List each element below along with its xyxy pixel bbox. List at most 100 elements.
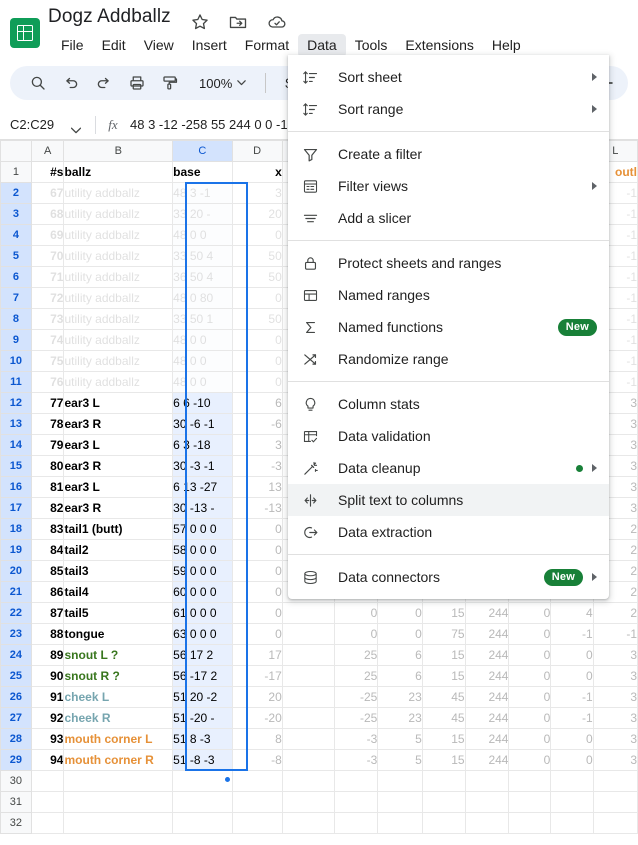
row-header-15[interactable]: 15	[0, 455, 32, 477]
cell-K23[interactable]: -1	[550, 623, 594, 645]
cell-L28[interactable]: 3	[592, 728, 638, 750]
cell-A28[interactable]: 93	[30, 728, 65, 750]
paint-format-icon[interactable]	[156, 69, 184, 97]
cell-F25[interactable]: 25	[333, 665, 379, 687]
cell-J26[interactable]: 0	[508, 686, 552, 708]
cell-C27[interactable]: 51 -20 -	[172, 707, 233, 729]
cell-H25[interactable]: 15	[421, 665, 466, 687]
cell-C14[interactable]: 6 3 -18	[172, 434, 233, 456]
cell-G30[interactable]	[377, 770, 423, 792]
cell-G23[interactable]: 0	[377, 623, 423, 645]
cell-I32[interactable]	[464, 812, 510, 834]
cell-B29[interactable]: mouth corner R	[63, 749, 174, 771]
cell-H29[interactable]: 15	[421, 749, 466, 771]
row-header-24[interactable]: 24	[0, 644, 32, 666]
cell-K30[interactable]	[550, 770, 594, 792]
menu-item-named-ranges[interactable]: Named ranges	[288, 279, 609, 311]
row-header-17[interactable]: 17	[0, 497, 32, 519]
row-header-23[interactable]: 23	[0, 623, 32, 645]
move-to-folder-icon[interactable]	[228, 12, 248, 32]
cell-B8[interactable]: utility addballz	[63, 308, 174, 330]
cell-K22[interactable]: 4	[550, 602, 594, 624]
cell-C26[interactable]: 51 20 -2	[172, 686, 233, 708]
cell-C4[interactable]: 48 0 0	[172, 224, 233, 246]
cell-C7[interactable]: 48 0 80	[172, 287, 233, 309]
menu-format[interactable]: Format	[236, 34, 298, 57]
cell-C28[interactable]: 51 8 -3	[172, 728, 233, 750]
cell-A22[interactable]: 87	[30, 602, 65, 624]
cell-B2[interactable]: utility addballz	[63, 182, 174, 204]
cell-L27[interactable]: 3	[592, 707, 638, 729]
cell-E24[interactable]	[281, 644, 335, 666]
cell-D19[interactable]: 0	[231, 539, 283, 561]
cell-E30[interactable]	[281, 770, 335, 792]
cell-D10[interactable]: 0	[231, 350, 283, 372]
cell-F32[interactable]	[333, 812, 379, 834]
cell-D4[interactable]: 0	[231, 224, 283, 246]
cell-K24[interactable]: 0	[550, 644, 594, 666]
cell-A18[interactable]: 83	[30, 518, 65, 540]
cell-H26[interactable]: 45	[421, 686, 466, 708]
menu-data[interactable]: Data	[298, 34, 346, 57]
column-header-C[interactable]: C	[172, 140, 233, 162]
menu-item-column-stats[interactable]: Column stats	[288, 388, 609, 420]
cell-B26[interactable]: cheek L	[63, 686, 174, 708]
cell-D3[interactable]: 20	[231, 203, 283, 225]
row-header-27[interactable]: 27	[0, 707, 32, 729]
cell-B5[interactable]: utility addballz	[63, 245, 174, 267]
cell-L29[interactable]: 3	[592, 749, 638, 771]
menu-file[interactable]: File	[52, 34, 93, 57]
cell-G24[interactable]: 6	[377, 644, 423, 666]
cell-G31[interactable]	[377, 791, 423, 813]
cell-D1[interactable]: x	[231, 161, 283, 183]
cell-G27[interactable]: 23	[377, 707, 423, 729]
cell-F27[interactable]: -25	[333, 707, 379, 729]
cell-H22[interactable]: 15	[421, 602, 466, 624]
cell-D27[interactable]: -20	[231, 707, 283, 729]
cell-A4[interactable]: 69	[30, 224, 65, 246]
menu-edit[interactable]: Edit	[93, 34, 135, 57]
caret-down-icon[interactable]	[70, 122, 82, 137]
column-header-A[interactable]: A	[30, 140, 65, 162]
cell-K25[interactable]: 0	[550, 665, 594, 687]
cell-F26[interactable]: -25	[333, 686, 379, 708]
cell-D9[interactable]: 0	[231, 329, 283, 351]
cell-G29[interactable]: 5	[377, 749, 423, 771]
cell-A23[interactable]: 88	[30, 623, 65, 645]
cell-B28[interactable]: mouth corner L	[63, 728, 174, 750]
cell-B11[interactable]: utility addballz	[63, 371, 174, 393]
row-header-8[interactable]: 8	[0, 308, 32, 330]
print-icon[interactable]	[123, 69, 151, 97]
cell-A16[interactable]: 81	[30, 476, 65, 498]
cell-K27[interactable]: -1	[550, 707, 594, 729]
cell-A7[interactable]: 72	[30, 287, 65, 309]
star-icon[interactable]	[190, 12, 210, 32]
cell-D30[interactable]	[231, 770, 283, 792]
cell-B22[interactable]: tail5	[63, 602, 174, 624]
cell-A11[interactable]: 76	[30, 371, 65, 393]
cell-D7[interactable]: 0	[231, 287, 283, 309]
cell-E25[interactable]	[281, 665, 335, 687]
cell-B10[interactable]: utility addballz	[63, 350, 174, 372]
cell-C6[interactable]: 36 50 4	[172, 266, 233, 288]
menu-insert[interactable]: Insert	[183, 34, 236, 57]
cell-D5[interactable]: 50	[231, 245, 283, 267]
cell-I31[interactable]	[464, 791, 510, 813]
cell-D29[interactable]: -8	[231, 749, 283, 771]
google-sheets-logo[interactable]	[10, 18, 40, 48]
row-header-28[interactable]: 28	[0, 728, 32, 750]
cell-I29[interactable]: 244	[464, 749, 510, 771]
cloud-saved-icon[interactable]	[266, 12, 286, 32]
cell-B20[interactable]: tail3	[63, 560, 174, 582]
cell-A27[interactable]: 92	[30, 707, 65, 729]
row-header-18[interactable]: 18	[0, 518, 32, 540]
cell-B13[interactable]: ear3 R	[63, 413, 174, 435]
menu-item-data-cleanup[interactable]: Data cleanup	[288, 452, 609, 484]
cell-C17[interactable]: 30 -13 -	[172, 497, 233, 519]
menu-item-data-validation[interactable]: Data validation	[288, 420, 609, 452]
cell-L24[interactable]: 3	[592, 644, 638, 666]
formula-input[interactable]: 48 3 -12 -258 55 244 0 0 -1 -1	[130, 117, 303, 132]
cell-D11[interactable]: 0	[231, 371, 283, 393]
cell-B9[interactable]: utility addballz	[63, 329, 174, 351]
cell-E26[interactable]	[281, 686, 335, 708]
